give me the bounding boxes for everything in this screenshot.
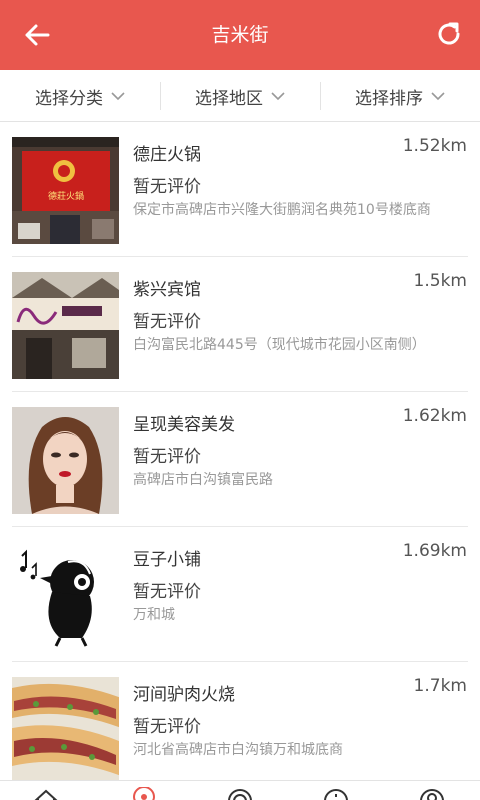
place-name: 豆子小铺: [133, 550, 201, 570]
page-title: 吉米街: [211, 24, 269, 46]
place-rating: 暂无评价: [133, 447, 201, 467]
filter-area-dropdown[interactable]: 选择地区: [160, 70, 320, 122]
list-item[interactable]: 豆子小铺 1.69km 暂无评价 万和城: [0, 527, 480, 662]
filter-label: 选择分类: [35, 88, 103, 109]
filter-label: 选择地区: [195, 88, 263, 109]
place-address: 高碑店市白沟镇富民路: [133, 472, 273, 488]
list-item[interactable]: 河间驴肉火烧 1.7km 暂无评价 河北省高碑店市白沟镇万和城底商: [0, 662, 480, 780]
chevron-down-icon: [111, 92, 125, 101]
refresh-icon[interactable]: [434, 19, 464, 49]
place-name: 呈现美容美发: [133, 415, 235, 435]
place-name: 紫兴宾馆: [133, 280, 201, 300]
place-thumbnail: [12, 542, 119, 649]
filter-category-dropdown[interactable]: 选择分类: [0, 70, 160, 122]
place-name: 德庄火锅: [133, 145, 201, 165]
user-icon[interactable]: [418, 787, 446, 800]
place-thumbnail: [12, 272, 119, 379]
filter-bar: 选择分类 选择地区 选择排序: [0, 70, 480, 122]
list-item[interactable]: 呈现美容美发 1.62km 暂无评价 高碑店市白沟镇富民路: [0, 392, 480, 527]
place-rating: 暂无评价: [133, 312, 201, 332]
place-distance: 1.5km: [413, 271, 467, 291]
place-distance: 1.52km: [402, 136, 467, 156]
home-icon[interactable]: [32, 787, 60, 800]
chevron-down-icon: [431, 92, 445, 101]
list-item[interactable]: 德莊火鍋 德庄火锅 1.52km 暂无评价 保定市高碑店市兴隆大街鹏润名典苑10…: [0, 122, 480, 257]
place-distance: 1.62km: [402, 406, 467, 426]
location-pin-icon[interactable]: [130, 787, 158, 800]
sign-text: 德莊火鍋: [48, 190, 84, 202]
place-address: 万和城: [133, 607, 175, 623]
info-icon[interactable]: [322, 787, 350, 800]
place-rating: 暂无评价: [133, 582, 201, 602]
place-rating: 暂无评价: [133, 717, 201, 737]
chevron-down-icon: [271, 92, 285, 101]
list-item[interactable]: 紫兴宾馆 1.5km 暂无评价 白沟富民北路445号（现代城市花园小区南侧）: [0, 257, 480, 392]
app-header: 吉米街: [0, 0, 480, 70]
compass-icon[interactable]: [226, 787, 254, 800]
place-name: 河间驴肉火烧: [133, 685, 235, 705]
place-thumbnail: [12, 407, 119, 514]
filter-sort-dropdown[interactable]: 选择排序: [320, 70, 480, 122]
place-distance: 1.69km: [402, 541, 467, 561]
place-thumbnail: [12, 677, 119, 780]
place-distance: 1.7km: [413, 676, 467, 696]
place-thumbnail: 德莊火鍋: [12, 137, 119, 244]
place-address: 白沟富民北路445号（现代城市花园小区南侧）: [133, 337, 426, 353]
bottom-tab-bar: [0, 780, 480, 800]
place-address: 保定市高碑店市兴隆大街鹏润名典苑10号楼底商: [133, 202, 431, 218]
filter-label: 选择排序: [355, 88, 423, 109]
place-list: 德莊火鍋 德庄火锅 1.52km 暂无评价 保定市高碑店市兴隆大街鹏润名典苑10…: [0, 122, 480, 780]
place-rating: 暂无评价: [133, 177, 201, 197]
place-address: 河北省高碑店市白沟镇万和城底商: [133, 742, 343, 758]
